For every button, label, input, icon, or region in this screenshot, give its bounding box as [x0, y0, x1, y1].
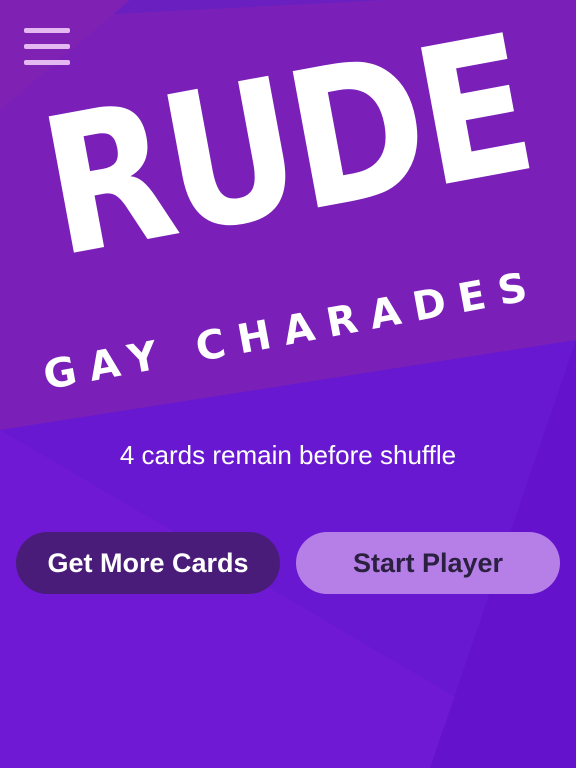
hamburger-menu-icon	[24, 28, 70, 33]
start-player-button[interactable]: Start Player	[296, 532, 560, 594]
menu-button[interactable]	[24, 28, 70, 66]
app-logo: RUDE GAY CHARADES	[0, 0, 576, 420]
logo-title: RUDE	[27, 0, 545, 300]
cards-remaining-text: 4 cards remain before shuffle	[119, 440, 457, 470]
get-more-cards-button[interactable]: Get More Cards	[16, 532, 280, 594]
